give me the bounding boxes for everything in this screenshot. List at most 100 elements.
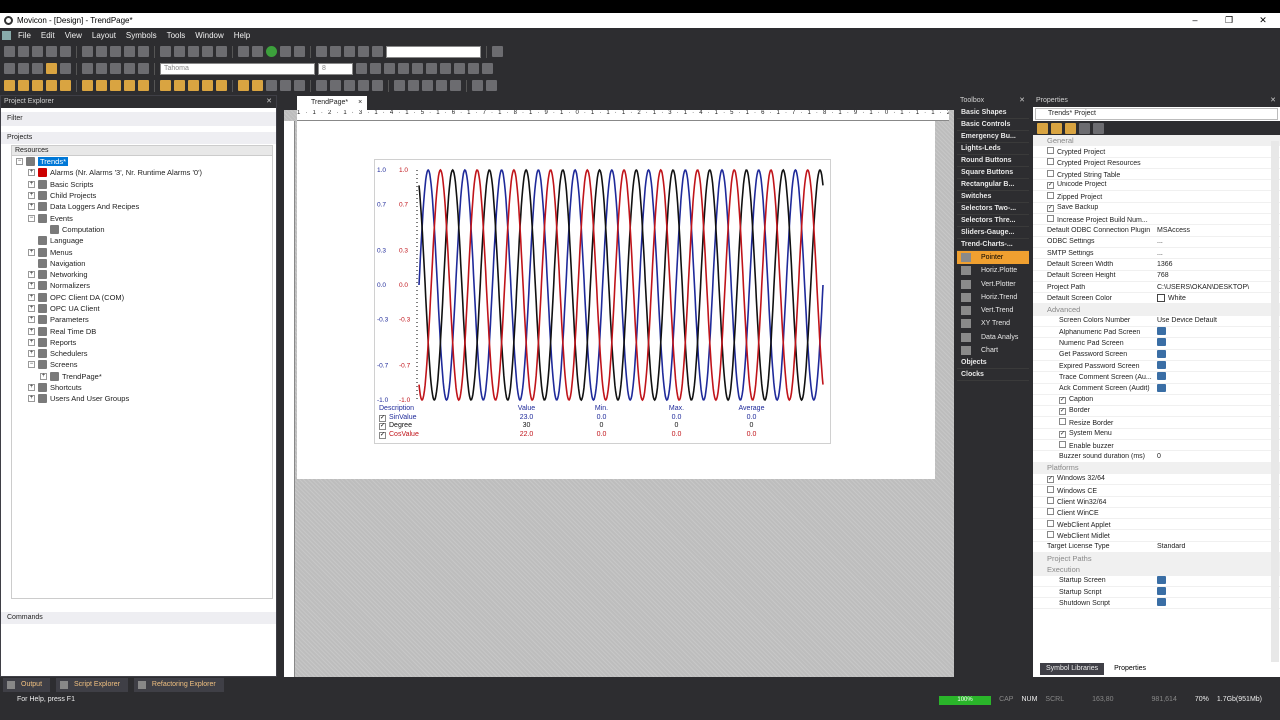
screen-picker-icon[interactable] [1157,587,1166,596]
expand-toggle-icon[interactable]: − [28,361,35,369]
legend-row[interactable]: ✓ CosValue 22.0 0.0 0.0 0.0 [379,431,827,440]
expand-toggle-icon[interactable]: + [28,293,35,301]
legend-row[interactable]: ✓ SinValue 23.0 0.0 0.0 0.0 [379,414,827,423]
tree-node[interactable]: + Menus [12,246,272,257]
tab-symbol-libraries[interactable]: Symbol Libraries [1040,663,1105,675]
expand-toggle-icon[interactable]: + [28,282,35,290]
property-value[interactable] [1153,338,1280,348]
property-row[interactable]: General [1033,135,1280,147]
toolbar-button-icon[interactable] [46,80,57,91]
expand-toggle-icon[interactable]: + [28,395,35,403]
property-checkbox[interactable]: ✓ [1047,204,1054,212]
expand-toggle-icon[interactable]: + [28,271,35,279]
property-row[interactable]: Advanced [1033,304,1280,316]
toolbar-button-icon[interactable] [110,63,121,74]
property-row[interactable]: Resize Border [1033,417,1280,429]
tree-node[interactable]: + Child Projects [12,190,272,201]
toolbar-button-icon[interactable] [138,63,149,74]
expand-toggle-icon[interactable]: + [40,372,47,380]
property-value[interactable]: 768 [1153,272,1280,279]
toolbox-category[interactable]: Switches [957,191,1029,203]
toolbar-button-icon[interactable] [160,46,171,57]
toolbar-button-icon[interactable] [238,80,249,91]
tree-node[interactable]: + OPC Client DA (COM) [12,292,272,303]
property-row[interactable]: Numeric Pad Screen [1033,338,1280,350]
help-icon[interactable] [1079,123,1090,134]
toolbar-button-icon[interactable] [96,46,107,57]
toolbar-button-icon[interactable] [96,80,107,91]
property-row[interactable]: Shutdown Script [1033,598,1280,610]
expand-toggle-icon[interactable]: + [28,316,35,324]
tree-node[interactable]: + Basic Scripts [12,179,272,190]
screen-picker-icon[interactable] [1157,575,1166,584]
property-value[interactable]: 0 [1153,453,1280,460]
format-button-icon[interactable] [412,63,423,74]
toolbar-button-icon[interactable] [358,46,369,57]
tab-output[interactable]: Output [3,678,51,692]
toolbar-button-icon[interactable] [124,63,135,74]
tree-node[interactable]: − Screens [12,359,272,370]
property-row[interactable]: Trace Comment Screen (Au... [1033,372,1280,384]
toolbar-button-icon[interactable] [32,46,43,57]
toolbox-item[interactable]: Vert.Plotter [957,278,1029,291]
tree-node[interactable]: + OPC UA Client [12,303,272,314]
toolbar-button-icon[interactable] [408,80,419,91]
toolbox-item[interactable]: Chart [957,344,1029,357]
toolbar-button-icon[interactable] [82,80,93,91]
expand-toggle-icon[interactable]: + [28,192,35,200]
app-menu-icon[interactable] [2,31,11,40]
property-checkbox[interactable]: ✓ [1059,430,1066,438]
property-row[interactable]: Default Screen Width 1366 [1033,259,1280,271]
legend-checkbox[interactable]: ✓ [379,423,386,430]
toolbar-button-icon[interactable] [82,46,93,57]
toolbar-button-icon[interactable] [4,46,15,57]
toolbar-button-icon[interactable] [330,80,341,91]
menu-help[interactable]: Help [229,31,255,40]
format-button-icon[interactable] [482,63,493,74]
toolbar-button-icon[interactable] [316,80,327,91]
screen-picker-icon[interactable] [1157,327,1166,336]
toolbar-button-icon[interactable] [4,80,15,91]
toolbox-item[interactable]: Pointer [957,251,1029,265]
screen-picker-icon[interactable] [1157,361,1166,370]
tree-column-header[interactable]: Resources [12,146,272,156]
format-button-icon[interactable] [440,63,451,74]
toolbar-button-icon[interactable] [422,80,433,91]
toolbar-button-icon[interactable] [18,63,29,74]
toolbox-category[interactable]: Trend-Charts-... [957,239,1029,251]
tree-node[interactable]: + Alarms (Nr. Alarms '3', Nr. Runtime Ala… [12,167,272,178]
legend-checkbox[interactable]: ✓ [379,414,386,422]
menu-window[interactable]: Window [190,31,228,40]
property-row[interactable]: Crypted Project [1033,146,1280,158]
toolbar-button-icon[interactable] [252,80,263,91]
toolbox-category[interactable]: Rectangular B... [957,179,1029,191]
toolbar-button-icon[interactable] [372,80,383,91]
toolbar-button-icon[interactable] [138,46,149,57]
close-button[interactable]: ✕ [1246,13,1280,28]
property-checkbox[interactable]: ✓ [1047,476,1054,484]
screen-picker-icon[interactable] [1157,598,1166,607]
toolbar-button-icon[interactable] [394,80,405,91]
property-row[interactable]: Startup Script [1033,587,1280,599]
tab-trendpage[interactable]: TrendPage* × [297,96,367,110]
property-row[interactable]: WebClient Applet [1033,519,1280,531]
property-row[interactable]: ✓ Windows 32/64 [1033,474,1280,486]
toolbar-button-icon[interactable] [174,80,185,91]
property-checkbox[interactable] [1047,531,1054,539]
toolbar-button-icon[interactable] [238,46,249,57]
toolbar-button-icon[interactable] [330,46,341,57]
expand-toggle-icon[interactable]: + [28,327,35,335]
tree-node[interactable]: + TrendPage* [12,371,272,382]
format-button-icon[interactable] [370,63,381,74]
screen-picker-icon[interactable] [1157,349,1166,358]
property-checkbox[interactable] [1047,485,1054,493]
close-icon[interactable]: ✕ [1019,95,1025,107]
toolbar-button-icon[interactable] [436,80,447,91]
expand-toggle-icon[interactable]: + [28,203,35,211]
toolbox-category[interactable]: Lights-Leds [957,143,1029,155]
tab-properties[interactable]: Properties [1108,663,1153,675]
font-name-combo[interactable]: Tahoma [160,62,315,75]
toolbox-category[interactable]: Basic Controls [957,119,1029,131]
property-value[interactable] [1153,383,1280,394]
property-row[interactable]: Target License Type Standard [1033,542,1280,553]
